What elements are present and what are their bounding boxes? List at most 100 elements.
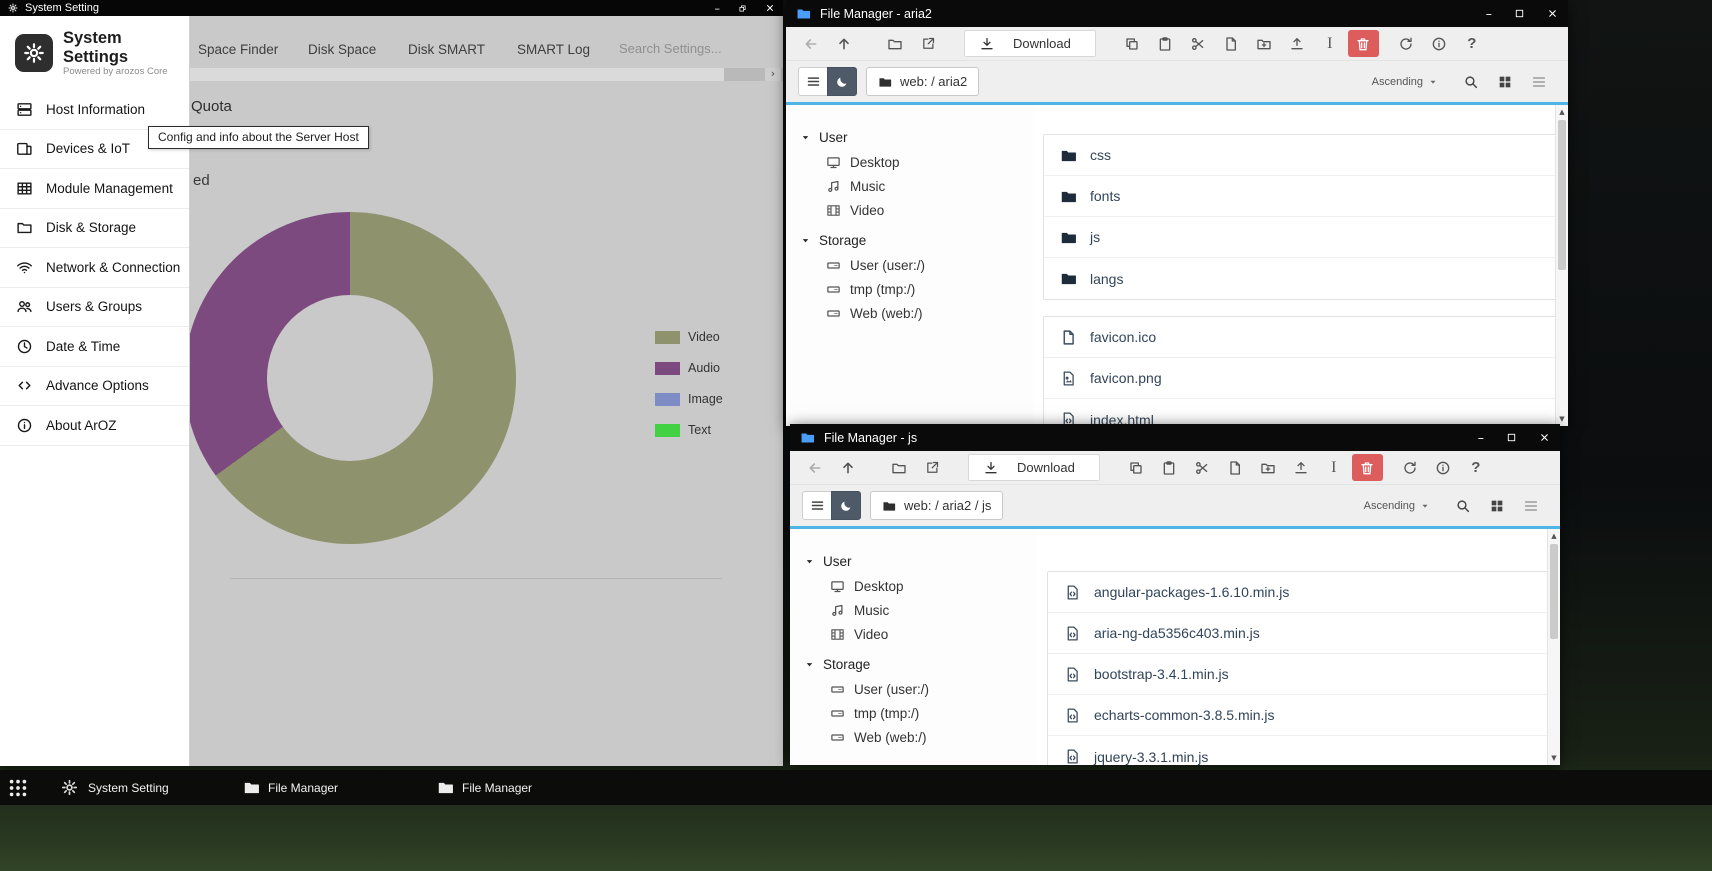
refresh-button[interactable] (1391, 30, 1421, 57)
grid-view-button[interactable] (1497, 74, 1513, 90)
download-button[interactable]: Download (964, 30, 1096, 57)
tree-item-user-drive[interactable]: User (user:/) (800, 253, 1033, 277)
new-folder-button[interactable] (1249, 30, 1279, 57)
file-row[interactable]: echarts-common-3.8.5.min.js (1048, 695, 1551, 736)
system-settings-titlebar[interactable]: System Setting – (0, 0, 783, 16)
sidebar-item-advance-options[interactable]: Advance Options (0, 367, 189, 407)
file-row[interactable]: jquery-3.3.1.min.js (1048, 736, 1551, 765)
sidebar-item-network-connection[interactable]: Network & Connection (0, 248, 189, 288)
tree-item-web-drive[interactable]: Web (web:/) (800, 301, 1033, 325)
scrollbar-thumb[interactable] (1550, 544, 1558, 639)
folder-row[interactable]: js (1044, 217, 1559, 258)
paste-button[interactable] (1154, 454, 1184, 481)
tree-item-user-drive[interactable]: User (user:/) (804, 677, 1037, 701)
open-folder-button[interactable] (884, 454, 914, 481)
horizontal-scrollbar[interactable]: › (190, 68, 783, 81)
new-folder-button[interactable] (1253, 454, 1283, 481)
titlebar[interactable]: File Manager - aria2 – (786, 0, 1568, 27)
maximize-button[interactable] (1506, 432, 1517, 443)
scroll-down-arrow[interactable]: ▼ (1548, 754, 1560, 762)
tree-item-music[interactable]: Music (800, 174, 1033, 198)
back-button[interactable] (800, 454, 830, 481)
tree-item-video[interactable]: Video (804, 622, 1037, 646)
file-row[interactable]: index.html (1044, 399, 1559, 426)
tree-group-user[interactable]: User (800, 125, 1033, 150)
tree-item-desktop[interactable]: Desktop (804, 574, 1037, 598)
menu-button[interactable] (802, 491, 832, 520)
file-row[interactable]: bootstrap-3.4.1.min.js (1048, 654, 1551, 695)
sidebar-item-module-management[interactable]: Module Management (0, 169, 189, 209)
tree-group-user[interactable]: User (804, 549, 1037, 574)
copy-button[interactable] (1117, 30, 1147, 57)
sort-dropdown[interactable]: Ascending (1364, 500, 1430, 512)
close-button[interactable] (765, 3, 775, 13)
folder-row[interactable]: fonts (1044, 176, 1559, 217)
delete-button[interactable] (1348, 30, 1379, 57)
list-view-button[interactable] (1523, 498, 1539, 514)
dark-mode-button[interactable] (831, 491, 861, 520)
scrollbar-thumb[interactable] (190, 68, 724, 81)
sidebar-item-about-aroz[interactable]: About ArOZ (0, 406, 189, 446)
dark-mode-button[interactable] (827, 67, 857, 96)
help-button[interactable]: ? (1457, 30, 1487, 57)
download-button[interactable]: Download (968, 454, 1100, 481)
vertical-scrollbar[interactable]: ▲ ▼ (1555, 105, 1568, 426)
sidebar-item-disk-storage[interactable]: Disk & Storage (0, 209, 189, 249)
paste-button[interactable] (1150, 30, 1180, 57)
file-row[interactable]: favicon.ico (1044, 317, 1559, 358)
grid-view-button[interactable] (1489, 498, 1505, 514)
back-button[interactable] (796, 30, 826, 57)
sidebar-item-date-time[interactable]: Date & Time (0, 327, 189, 367)
rename-button[interactable]: I (1319, 454, 1349, 481)
tree-item-video[interactable]: Video (800, 198, 1033, 222)
tree-item-tmp-drive[interactable]: tmp (tmp:/) (804, 701, 1037, 725)
minimize-button[interactable]: – (715, 2, 721, 15)
tree-item-desktop[interactable]: Desktop (800, 150, 1033, 174)
breadcrumb[interactable]: web: / aria2 (866, 67, 979, 96)
cut-button[interactable] (1187, 454, 1217, 481)
file-row[interactable]: angular-packages-1.6.10.min.js (1048, 572, 1551, 613)
rename-button[interactable]: I (1315, 30, 1345, 57)
taskbar-item-file-manager-1[interactable]: File Manager (268, 781, 338, 795)
sidebar-item-host-information[interactable]: Host Information (0, 90, 189, 130)
close-button[interactable] (1539, 432, 1550, 443)
titlebar[interactable]: File Manager - js – (790, 424, 1560, 451)
close-button[interactable] (1547, 8, 1558, 19)
taskbar-item-system-setting[interactable]: System Setting (88, 781, 169, 795)
upload-button[interactable] (1286, 454, 1316, 481)
tab-disk-smart[interactable]: Disk SMART (408, 42, 485, 57)
vertical-scrollbar[interactable]: ▲ ▼ (1547, 529, 1560, 765)
folder-row[interactable]: langs (1044, 258, 1559, 299)
sort-dropdown[interactable]: Ascending (1372, 76, 1438, 88)
scroll-up-arrow[interactable]: ▲ (1548, 532, 1560, 540)
scroll-up-arrow[interactable]: ▲ (1556, 108, 1568, 116)
folder-row[interactable]: css (1044, 135, 1559, 176)
new-file-button[interactable] (1216, 30, 1246, 57)
file-row[interactable]: favicon.png (1044, 358, 1559, 399)
minimize-button[interactable]: – (1478, 430, 1484, 445)
tree-group-storage[interactable]: Storage (804, 652, 1037, 677)
tab-disk-space[interactable]: Disk Space (308, 42, 376, 57)
menu-button[interactable] (798, 67, 828, 96)
tab-space-finder[interactable]: Space Finder (198, 42, 278, 57)
tab-smart-log[interactable]: SMART Log (517, 42, 590, 57)
breadcrumb[interactable]: web: / aria2 / js (870, 491, 1003, 520)
open-external-button[interactable] (917, 454, 947, 481)
tree-group-storage[interactable]: Storage (800, 228, 1033, 253)
scrollbar-thumb[interactable] (1558, 120, 1566, 270)
up-button[interactable] (833, 454, 863, 481)
sidebar-item-users-groups[interactable]: Users & Groups (0, 288, 189, 328)
search-button[interactable] (1463, 74, 1479, 90)
tree-item-music[interactable]: Music (804, 598, 1037, 622)
copy-button[interactable] (1121, 454, 1151, 481)
scroll-right-arrow[interactable]: › (765, 68, 781, 81)
cut-button[interactable] (1183, 30, 1213, 57)
open-folder-button[interactable] (880, 30, 910, 57)
help-button[interactable]: ? (1461, 454, 1491, 481)
info-button[interactable] (1428, 454, 1458, 481)
minimize-button[interactable]: – (1486, 6, 1492, 21)
refresh-button[interactable] (1395, 454, 1425, 481)
open-external-button[interactable] (913, 30, 943, 57)
app-launcher-button[interactable] (7, 777, 29, 799)
new-file-button[interactable] (1220, 454, 1250, 481)
